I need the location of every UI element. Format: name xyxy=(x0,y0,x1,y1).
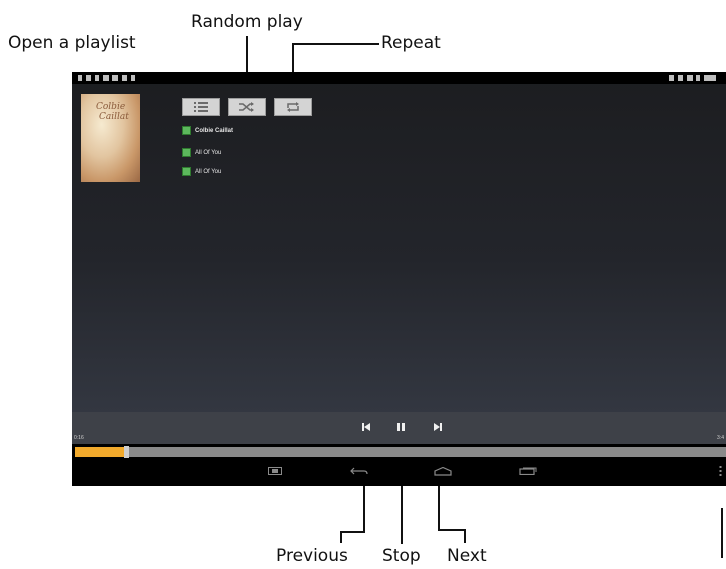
song-icon xyxy=(182,167,191,176)
callout-next: Next xyxy=(447,546,487,566)
callout-previous: Previous xyxy=(276,546,348,566)
album-art: Colbie Caillat xyxy=(81,94,140,182)
track-label: Colbie Caillat xyxy=(195,127,234,134)
shuffle-icon xyxy=(239,102,254,112)
list-item[interactable]: Colbie Caillat xyxy=(182,125,233,136)
back-icon xyxy=(350,467,368,475)
open-playlist-button[interactable] xyxy=(182,98,220,116)
alarm-icon xyxy=(678,75,683,81)
list-icon xyxy=(194,102,208,112)
list-item[interactable]: All Of You xyxy=(182,147,221,158)
screenshot-button[interactable] xyxy=(266,466,284,476)
notification-icon xyxy=(86,75,91,81)
back-button[interactable] xyxy=(349,466,369,476)
battery-icon xyxy=(696,75,700,81)
elapsed-time: 0:16 xyxy=(74,435,84,441)
next-button[interactable] xyxy=(430,421,446,433)
track-label: All Of You xyxy=(195,149,222,156)
home-icon xyxy=(434,466,452,476)
leader-menu xyxy=(721,508,723,558)
home-button[interactable] xyxy=(433,466,453,476)
wifi-icon xyxy=(687,75,693,81)
notification-icon xyxy=(95,75,99,81)
track-label: All Of You xyxy=(195,168,222,175)
leader-repeat-v xyxy=(292,43,294,74)
skip-next-icon xyxy=(434,423,442,431)
seek-thumb[interactable] xyxy=(123,446,129,458)
stop-button[interactable] xyxy=(393,421,409,433)
remaining-time: 3:4 xyxy=(717,435,724,441)
recent-apps-icon xyxy=(519,467,537,475)
navigation-bar xyxy=(72,460,726,486)
callout-repeat: Repeat xyxy=(381,33,441,53)
list-item[interactable]: All Of You xyxy=(182,166,221,177)
music-player-screen xyxy=(72,72,726,412)
screenshot-icon xyxy=(268,467,282,475)
skip-previous-icon xyxy=(362,423,370,431)
notification-icon xyxy=(122,75,127,81)
callout-stop: Stop xyxy=(382,546,421,566)
notification-icon xyxy=(131,75,135,81)
callout-random-play: Random play xyxy=(191,12,303,32)
album-icon xyxy=(182,148,191,157)
recent-apps-button[interactable] xyxy=(518,466,538,476)
album-art-title: Colbie xyxy=(96,102,126,112)
notification-icon xyxy=(103,75,109,81)
leader-next-v2 xyxy=(464,529,466,543)
artist-icon xyxy=(182,126,191,135)
album-art-subtitle: Caillat xyxy=(99,112,129,122)
notification-icon xyxy=(112,75,118,81)
menu-button[interactable] xyxy=(716,466,724,476)
seek-progress xyxy=(75,447,124,457)
repeat-button[interactable] xyxy=(274,98,312,116)
leader-previous-v2 xyxy=(340,531,342,543)
sync-icon xyxy=(669,75,674,81)
leader-previous-h xyxy=(340,531,365,533)
previous-button[interactable] xyxy=(358,421,374,433)
repeat-icon xyxy=(287,102,299,112)
overflow-menu-icon xyxy=(719,466,721,476)
clock-icon xyxy=(704,75,716,81)
seek-bar[interactable] xyxy=(75,446,726,458)
pause-icon xyxy=(397,423,405,431)
random-play-button[interactable] xyxy=(228,98,266,116)
callout-open-playlist: Open a playlist xyxy=(8,33,136,53)
status-bar xyxy=(72,72,726,84)
leader-next-h xyxy=(438,529,466,531)
device-frame: Colbie Caillat Colbie Caillat All Of You… xyxy=(72,72,726,486)
leader-repeat-h xyxy=(293,43,379,45)
notification-icon xyxy=(78,75,82,81)
leader-random-play xyxy=(246,36,248,74)
